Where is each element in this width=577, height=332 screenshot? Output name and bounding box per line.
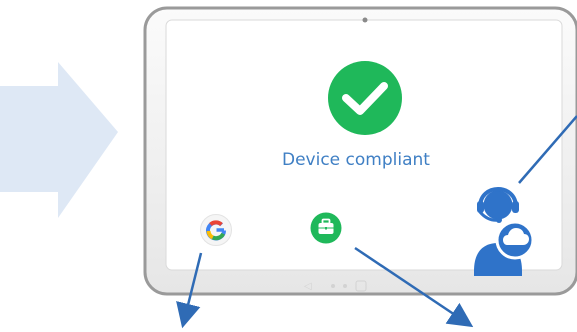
diagram-stage: ◁ Device compliant <box>0 0 577 332</box>
briefcase-icon <box>310 212 342 244</box>
camera-dot <box>362 17 368 23</box>
large-right-arrow-icon <box>0 62 118 218</box>
google-g-icon <box>200 214 232 246</box>
check-circle-icon <box>328 61 402 135</box>
svg-text:◁: ◁ <box>304 281 312 292</box>
status-text: Device compliant <box>282 150 430 170</box>
